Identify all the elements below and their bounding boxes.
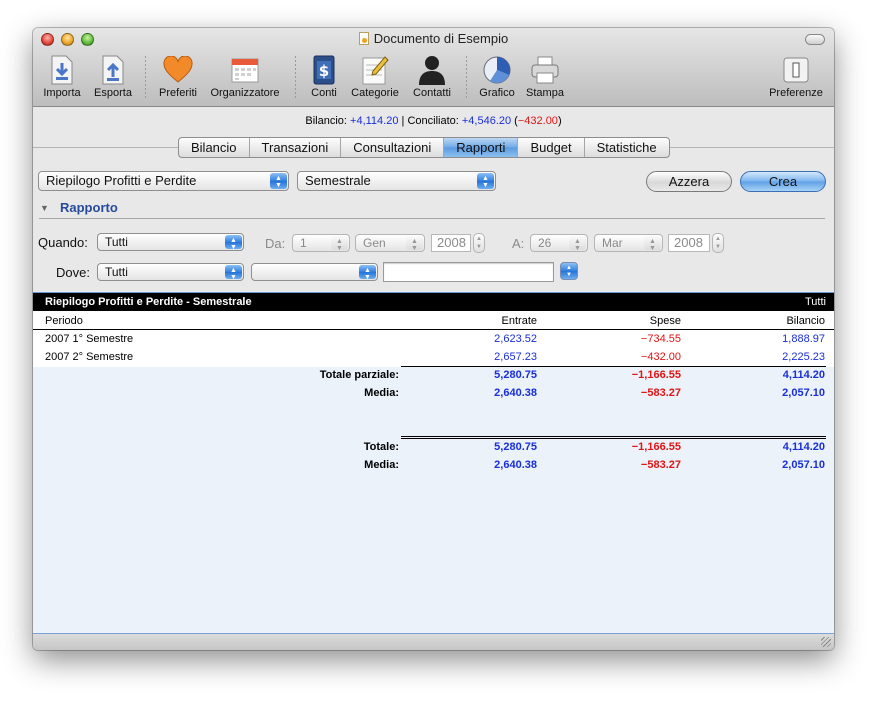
organizer-button[interactable]: Organizzatore <box>205 55 285 99</box>
import-icon <box>47 55 77 85</box>
preferences-button[interactable]: Preferenze <box>764 55 828 99</box>
report-view: Riepilogo Profitti e Perdite - Semestral… <box>33 292 834 650</box>
tab-rapporti[interactable]: Rapporti <box>444 138 519 157</box>
to-year-field[interactable]: 2008 <box>668 234 710 252</box>
where-select[interactable]: Tutti ▲ ▼ <box>97 263 244 281</box>
report-title: Riepilogo Profitti e Perdite - Semestral… <box>45 296 252 308</box>
ledger-icon: $ <box>309 55 339 85</box>
column-header-entrate: Entrate <box>501 315 537 327</box>
select-arrows-icon: ▲ ▼ <box>569 236 586 252</box>
select-arrows-icon: ▲ ▼ <box>477 173 494 189</box>
tab-statistiche[interactable]: Statistiche <box>585 138 669 157</box>
disclosure-triangle-icon[interactable]: ▼ <box>40 203 49 213</box>
person-icon <box>417 55 447 85</box>
resize-grip-icon[interactable] <box>821 637 831 647</box>
from-day-select[interactable]: 1 ▲ ▼ <box>292 234 350 252</box>
difference-value: −432.00 <box>517 115 558 127</box>
window-title: Documento di Esempio <box>373 31 509 46</box>
app-window: Documento di Esempio Importa Esporta Pre… <box>33 28 834 650</box>
column-header-spese: Spese <box>649 315 681 327</box>
toolbar: Documento di Esempio Importa Esporta Pre… <box>33 28 834 107</box>
tab-bilancio[interactable]: Bilancio <box>179 138 250 157</box>
svg-text:$: $ <box>319 62 329 80</box>
to-year-stepper[interactable]: 2008 ▲ ▼ <box>668 233 724 253</box>
bottom-status-bar <box>33 633 834 650</box>
reconciled-value: +4,546.20 <box>461 115 512 127</box>
reset-button[interactable]: Azzera <box>646 171 732 192</box>
select-arrows-icon: ▲ ▼ <box>406 236 423 252</box>
to-day-select[interactable]: 26 ▲ ▼ <box>530 234 588 252</box>
from-label: Da: <box>265 236 286 251</box>
from-year-stepper[interactable]: 2008 ▲ ▼ <box>431 233 485 253</box>
report-table-white-area <box>33 311 834 367</box>
from-year-field[interactable]: 2008 <box>431 234 471 252</box>
window-title-bar: Documento di Esempio <box>33 31 834 46</box>
categories-button[interactable]: Categorie <box>346 55 404 99</box>
where-options-button[interactable]: ▲ ▼ <box>560 262 578 280</box>
switch-icon <box>781 55 811 85</box>
calendar-icon <box>230 55 260 85</box>
chart-button[interactable]: Grafico <box>474 55 520 99</box>
select-arrows-icon: ▲ ▼ <box>225 265 242 281</box>
column-header-periodo: Periodo <box>45 315 83 327</box>
toolbar-toggle-button[interactable] <box>805 34 825 45</box>
stepper-arrows-icon[interactable]: ▲ ▼ <box>473 233 485 253</box>
when-select[interactable]: Tutti ▲ ▼ <box>97 233 244 251</box>
when-label: Quando: <box>38 235 88 250</box>
to-label: A: <box>512 236 525 251</box>
where-search-field[interactable] <box>383 262 554 282</box>
report-type-select[interactable]: Riepilogo Profitti e Perdite ▲ ▼ <box>38 171 289 191</box>
select-arrows-icon: ▲ ▼ <box>644 236 661 252</box>
balance-status: Bilancio: +4,114.20 | Conciliato: +4,546… <box>305 115 562 127</box>
favorites-button[interactable]: Preferiti <box>153 55 203 99</box>
toolbar-separator <box>295 56 296 100</box>
where-label: Dove: <box>56 265 90 280</box>
select-arrows-icon: ▲ ▼ <box>331 236 348 252</box>
where-filter-select[interactable]: ▲ ▼ <box>251 263 378 281</box>
import-button[interactable]: Importa <box>39 55 85 99</box>
print-button[interactable]: Stampa <box>522 55 568 99</box>
subtotal-rule <box>401 366 826 367</box>
create-button[interactable]: Crea <box>740 171 826 192</box>
select-arrows-icon: ▲ ▼ <box>359 265 376 281</box>
select-arrows-icon: ▲ ▼ <box>270 173 287 189</box>
tab-consultazioni[interactable]: Consultazioni <box>341 138 445 157</box>
report-header: Riepilogo Profitti e Perdite - Semestral… <box>33 293 834 311</box>
section-title: Rapporto <box>60 200 118 215</box>
report-scope: Tutti <box>805 296 826 308</box>
stepper-arrows-icon[interactable]: ▲ ▼ <box>712 233 724 253</box>
printer-icon <box>530 55 560 85</box>
toolbar-separator <box>466 56 467 100</box>
from-month-select[interactable]: Gen ▲ ▼ <box>355 234 425 252</box>
toolbar-separator <box>145 56 146 100</box>
heart-icon <box>163 55 193 85</box>
contacts-button[interactable]: Contatti <box>407 55 457 99</box>
export-button[interactable]: Esporta <box>90 55 136 99</box>
section-divider <box>39 218 825 219</box>
tab-transazioni[interactable]: Transazioni <box>250 138 342 157</box>
tab-bar: Bilancio Transazioni Consultazioni Rappo… <box>178 137 670 158</box>
header-rule <box>33 329 834 330</box>
balance-value: +4,114.20 <box>350 115 399 127</box>
export-icon <box>98 55 128 85</box>
total-double-rule <box>401 436 826 439</box>
to-month-select[interactable]: Mar ▲ ▼ <box>594 234 663 252</box>
select-arrows-icon: ▲ ▼ <box>225 235 242 251</box>
column-header-bilancio: Bilancio <box>786 315 825 327</box>
document-icon <box>358 32 369 45</box>
tab-budget[interactable]: Budget <box>518 138 585 157</box>
notepad-icon <box>360 55 390 85</box>
period-select[interactable]: Semestrale ▲ ▼ <box>297 171 496 191</box>
accounts-button[interactable]: $ Conti <box>305 55 343 99</box>
pie-chart-icon <box>482 55 512 85</box>
